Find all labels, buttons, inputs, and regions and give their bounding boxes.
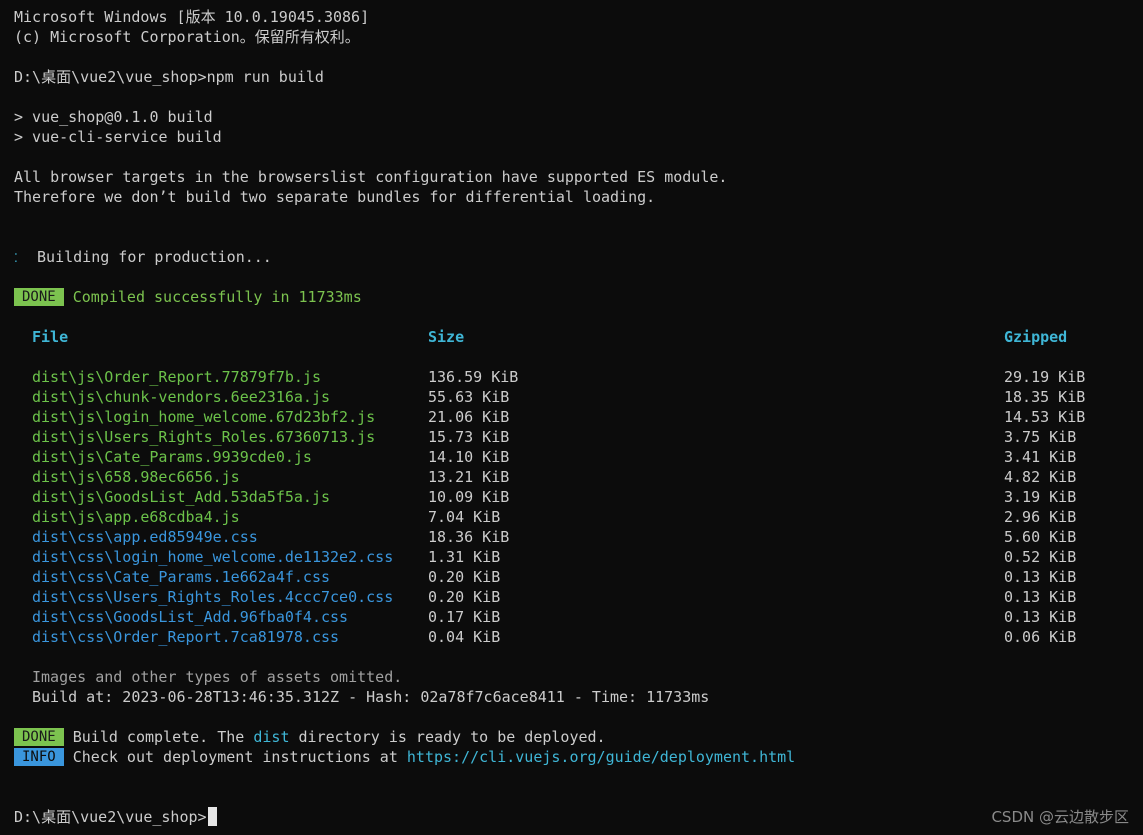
gzipped-cell: 0.13 KiB — [1004, 568, 1077, 586]
file-cell: dist\css\app.ed85949e.css — [32, 528, 258, 546]
omitted-note: Images and other types of assets omitted… — [32, 668, 403, 686]
compiled-text: Compiled successfully in 11733ms — [72, 288, 362, 306]
gzipped-cell: 0.13 KiB — [1004, 608, 1077, 626]
watermark: CSDN @云边散步区 — [991, 808, 1129, 826]
header-size: Size — [428, 328, 465, 346]
size-cell: 0.04 KiB — [428, 628, 501, 646]
gzipped-cell: 2.96 KiB — [1004, 508, 1077, 526]
gzipped-cell: 3.41 KiB — [1004, 448, 1077, 466]
size-cell: 10.09 KiB — [428, 488, 510, 506]
size-cell: 7.04 KiB — [428, 508, 501, 526]
header-file: File — [32, 328, 69, 346]
file-cell: dist\js\Order_Report.77879f7b.js — [32, 368, 321, 386]
file-cell: dist\js\chunk-vendors.6ee2316a.js — [32, 388, 331, 406]
file-cell: dist\js\Cate_Params.9939cde0.js — [32, 448, 312, 466]
building-text: Building for production... — [37, 248, 272, 266]
command-text: npm run build — [206, 68, 324, 86]
command-line: D:\桌面\vue2\vue_shop>npm run build — [14, 67, 324, 87]
gzipped-cell: 0.13 KiB — [1004, 588, 1077, 606]
size-cell: 13.21 KiB — [428, 468, 510, 486]
gzipped-cell: 5.60 KiB — [1004, 528, 1077, 546]
build-info: Build at: 2023-06-28T13:46:35.312Z - Has… — [32, 688, 710, 706]
gzipped-cell: 14.53 KiB — [1004, 408, 1086, 426]
text-cursor — [207, 807, 217, 826]
done-badge: DONE — [14, 288, 64, 306]
file-cell: dist\css\Users_Rights_Roles.4ccc7ce0.css — [32, 588, 394, 606]
gzipped-cell: 0.06 KiB — [1004, 628, 1077, 646]
file-cell: dist\css\login_home_welcome.de1132e2.css — [32, 548, 394, 566]
size-cell: 14.10 KiB — [428, 448, 510, 466]
size-cell: 0.20 KiB — [428, 588, 501, 606]
prompt: D:\桌面\vue2\vue_shop> — [14, 808, 207, 826]
compiled-line: DONE Compiled successfully in 11733ms — [14, 287, 362, 307]
size-cell: 55.63 KiB — [428, 388, 510, 406]
file-cell: dist\css\GoodsList_Add.96fba0f4.css — [32, 608, 349, 626]
size-cell: 18.36 KiB — [428, 528, 510, 546]
file-cell: dist\js\app.e68cdba4.js — [32, 508, 240, 526]
size-cell: 0.17 KiB — [428, 608, 501, 626]
complete-text-after: directory is ready to be deployed. — [289, 728, 606, 746]
gzipped-cell: 29.19 KiB — [1004, 368, 1086, 386]
info-text: Check out deployment instructions at — [72, 748, 407, 766]
final-prompt-line[interactable]: D:\桌面\vue2\vue_shop> — [14, 807, 217, 827]
done-badge: DONE — [14, 728, 64, 746]
complete-text-before: Build complete. The — [72, 728, 254, 746]
prompt: D:\桌面\vue2\vue_shop> — [14, 68, 207, 86]
file-cell: dist\js\658.98ec6656.js — [32, 468, 240, 486]
complete-line: DONE Build complete. The dist directory … — [14, 727, 606, 747]
gzipped-cell: 3.75 KiB — [1004, 428, 1077, 446]
info-badge: INFO — [14, 748, 64, 766]
size-cell: 1.31 KiB — [428, 548, 501, 566]
dist-word: dist — [253, 728, 290, 746]
gzipped-cell: 0.52 KiB — [1004, 548, 1077, 566]
script-line: > vue-cli-service build — [14, 128, 222, 146]
size-cell: 136.59 KiB — [428, 368, 519, 386]
building-line: ⁚ Building for production... — [14, 247, 272, 267]
gzipped-cell: 18.35 KiB — [1004, 388, 1086, 406]
file-cell: dist\js\Users_Rights_Roles.67360713.js — [32, 428, 376, 446]
script-line: > vue_shop@0.1.0 build — [14, 108, 213, 126]
copyright-line: (c) Microsoft Corporation。保留所有权利。 — [14, 28, 360, 46]
notice-line: Therefore we don’t build two separate bu… — [14, 188, 656, 206]
gzipped-cell: 3.19 KiB — [1004, 488, 1077, 506]
gzipped-cell: 4.82 KiB — [1004, 468, 1077, 486]
file-cell: dist\js\GoodsList_Add.53da5f5a.js — [32, 488, 331, 506]
file-cell: dist\css\Order_Report.7ca81978.css — [32, 628, 340, 646]
size-cell: 15.73 KiB — [428, 428, 510, 446]
windows-version-line: Microsoft Windows [版本 10.0.19045.3086] — [14, 8, 370, 26]
notice-line: All browser targets in the browserslist … — [14, 168, 728, 186]
size-cell: 0.20 KiB — [428, 568, 501, 586]
file-cell: dist\js\login_home_welcome.67d23bf2.js — [32, 408, 376, 426]
header-gzipped: Gzipped — [1004, 328, 1068, 346]
deployment-link[interactable]: https://cli.vuejs.org/guide/deployment.h… — [407, 748, 795, 766]
file-cell: dist\css\Cate_Params.1e662a4f.css — [32, 568, 331, 586]
info-line: INFO Check out deployment instructions a… — [14, 747, 795, 767]
size-cell: 21.06 KiB — [428, 408, 510, 426]
spinner-icon: ⁚ — [14, 251, 18, 265]
